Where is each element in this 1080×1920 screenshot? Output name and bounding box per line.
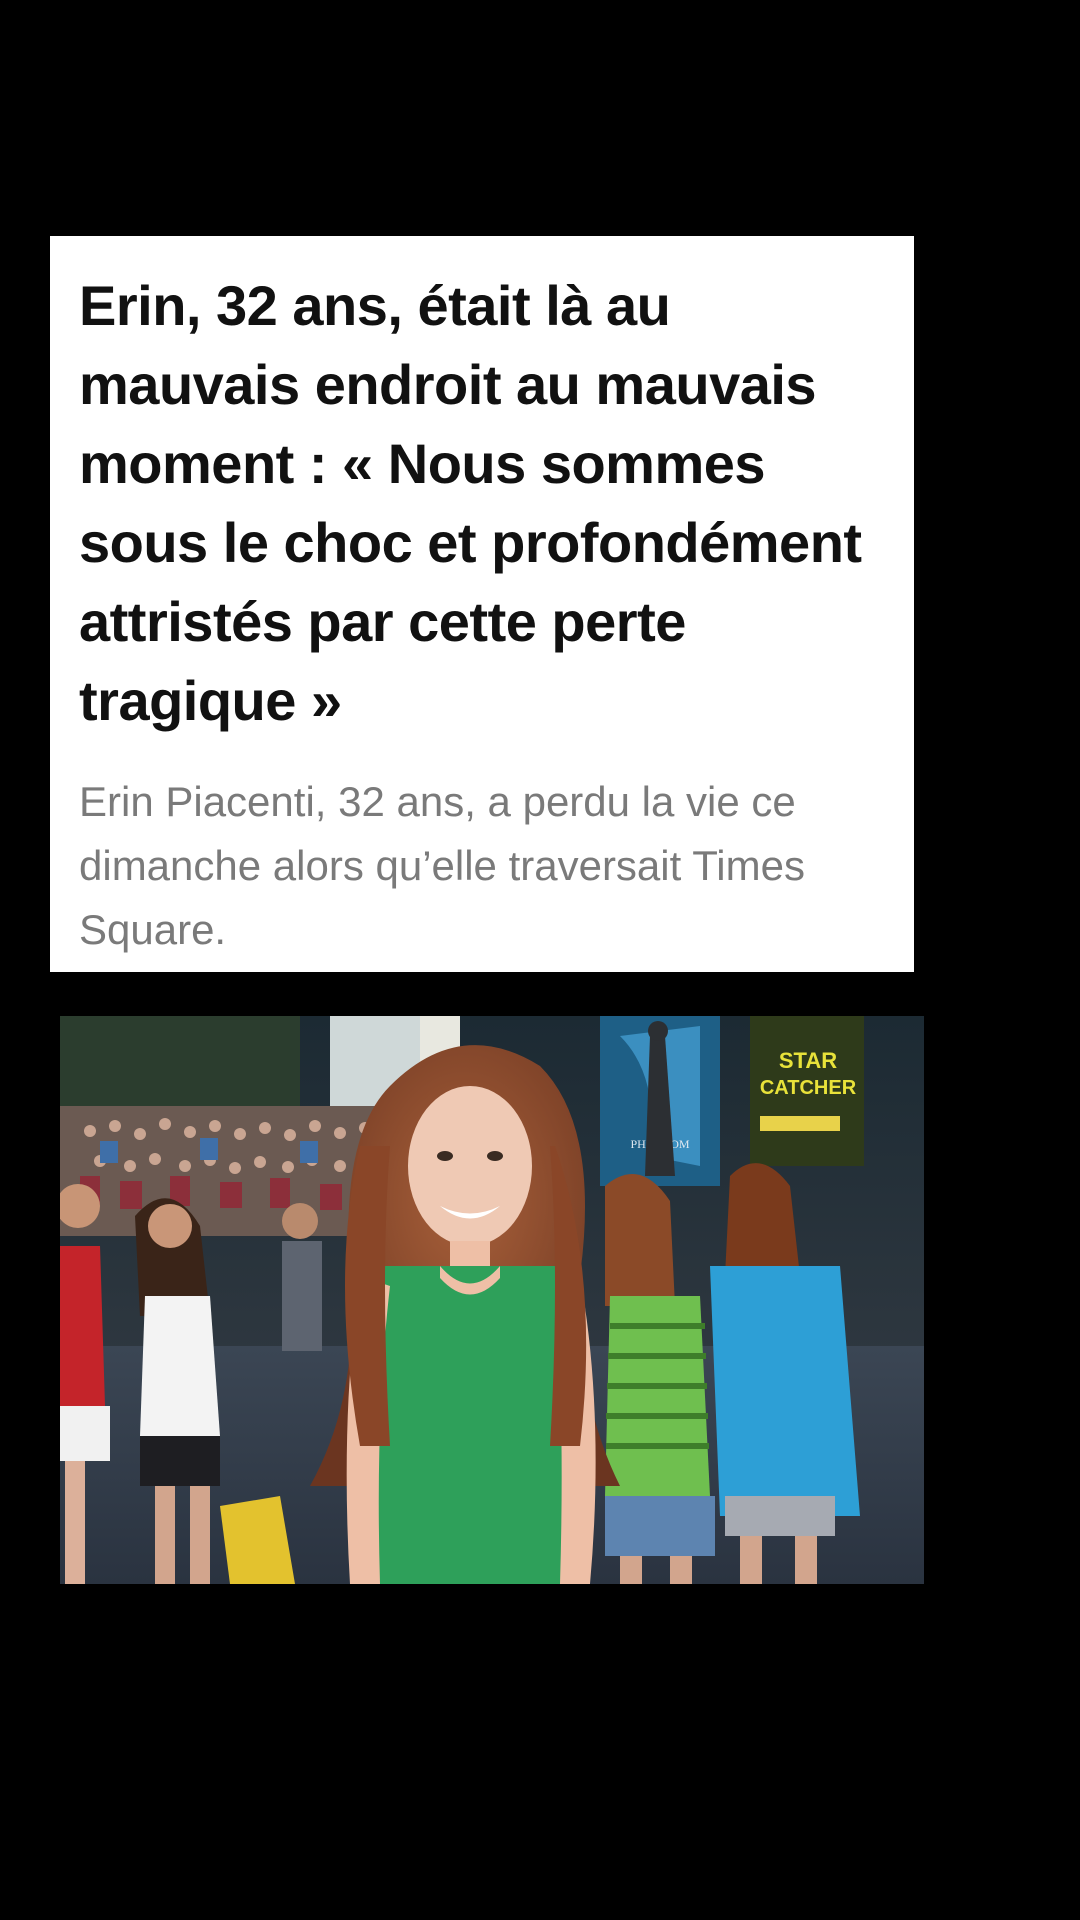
times-square-photo: STAR CATCHER PHANTOM: [60, 1016, 924, 1584]
star-catcher-sign-top: STAR: [779, 1048, 837, 1073]
article-summary: Erin Piacenti, 32 ans, a perdu la vie ce…: [79, 778, 805, 953]
article-photo[interactable]: STAR CATCHER PHANTOM: [60, 1016, 924, 1584]
article-card[interactable]: Erin, 32 ans, était là au mauvais endroi…: [50, 236, 914, 972]
star-catcher-sign-bottom: CATCHER: [760, 1077, 857, 1099]
article-headline[interactable]: Erin, 32 ans, était là au mauvais endroi…: [79, 266, 886, 740]
